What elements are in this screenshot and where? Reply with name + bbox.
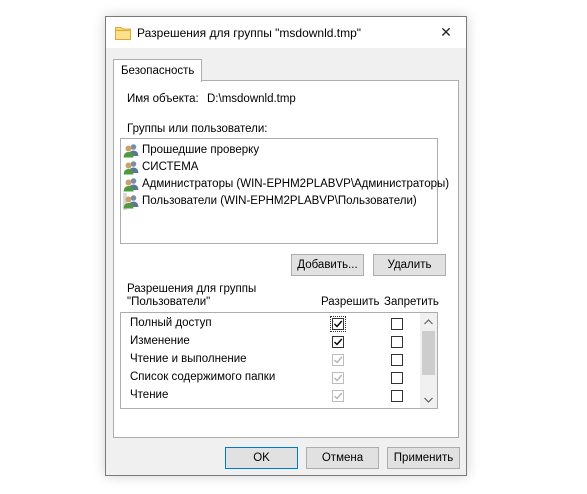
add-button[interactable]: Добавить... [291,254,364,276]
permission-row: Чтение и выполнение [121,352,421,370]
group-name: Пользователи (WIN-EPHM2PLABVP\Пользовате… [142,195,417,207]
permission-row: Чтение [121,388,421,406]
group-name: Администраторы (WIN-EPHM2PLABVP\Админист… [142,178,450,190]
allow-checkbox[interactable] [332,408,344,409]
scroll-down-arrow[interactable] [420,391,437,408]
cancel-button[interactable]: Отмена [306,447,379,469]
object-name-label: Имя объекта: [127,93,199,105]
group-list-item[interactable]: Администраторы (WIN-EPHM2PLABVP\Админист… [123,176,449,193]
users-icon [123,177,139,192]
permission-name: Изменение [130,335,190,347]
users-icon [123,160,139,175]
group-list-item[interactable]: Пользователи (WIN-EPHM2PLABVP\Пользовате… [123,193,417,210]
permission-name: Чтение [130,389,169,401]
group-name: Прошедшие проверку [142,144,260,156]
permissions-label-line1: Разрешения для группы [127,283,257,295]
permission-name: Полный доступ [130,317,212,329]
permission-name: Чтение и выполнение [130,353,247,365]
group-list-item[interactable]: СИСТЕМА [123,159,198,176]
deny-checkbox[interactable] [391,318,403,330]
apply-button[interactable]: Применить [387,447,460,469]
allow-checkbox[interactable] [332,390,344,402]
allow-checkbox[interactable] [332,336,344,348]
window-title: Разрешения для группы "msdownld.tmp" [137,26,362,40]
permission-row [121,406,421,409]
users-icon [123,194,139,209]
remove-button[interactable]: Удалить [373,254,446,276]
permission-row: Полный доступ [121,316,421,334]
title-bar[interactable]: Разрешения для группы "msdownld.tmp" ✕ [106,17,466,48]
allow-checkbox[interactable] [332,354,344,366]
permission-row: Список содержимого папки [121,370,421,388]
groups-listbox[interactable]: Прошедшие проверку СИСТЕМА Администраторы … [120,138,449,244]
permissions-list[interactable]: Чтение Список содержимого папки Чтение и в… [120,312,438,409]
deny-checkbox[interactable] [391,372,403,384]
group-name: СИСТЕМА [142,161,199,173]
scroll-up-arrow[interactable] [420,313,437,330]
deny-checkbox[interactable] [391,354,403,366]
ok-button[interactable]: OK [225,447,298,469]
permissions-dialog: Разрешения для группы "msdownld.tmp" ✕ Б… [105,16,467,476]
vertical-scrollbar[interactable] [420,313,437,408]
folder-icon [115,26,131,40]
tab-security[interactable]: Безопасность [113,59,203,82]
users-icon [123,143,139,158]
object-name-value: D:\msdownld.tmp [207,93,296,105]
close-button[interactable]: ✕ [426,17,466,48]
permission-name: Список содержимого папки [130,371,276,383]
chevron-up-icon [424,318,433,324]
deny-checkbox[interactable] [391,408,403,409]
deny-checkbox[interactable] [391,390,403,402]
chevron-down-icon [424,397,433,403]
group-list-item[interactable]: Прошедшие проверку [123,142,259,159]
deny-column-header: Запретить [384,296,439,308]
allow-checkbox[interactable] [332,372,344,384]
allow-checkbox[interactable] [330,316,346,332]
deny-checkbox[interactable] [391,336,403,348]
permissions-label-line2: "Пользователи" [127,296,211,308]
close-icon: ✕ [440,24,452,40]
groups-label: Группы или пользователи: [127,123,268,135]
allow-column-header: Разрешить [321,296,380,308]
scroll-thumb[interactable] [422,331,435,375]
permission-row: Изменение [121,334,421,352]
